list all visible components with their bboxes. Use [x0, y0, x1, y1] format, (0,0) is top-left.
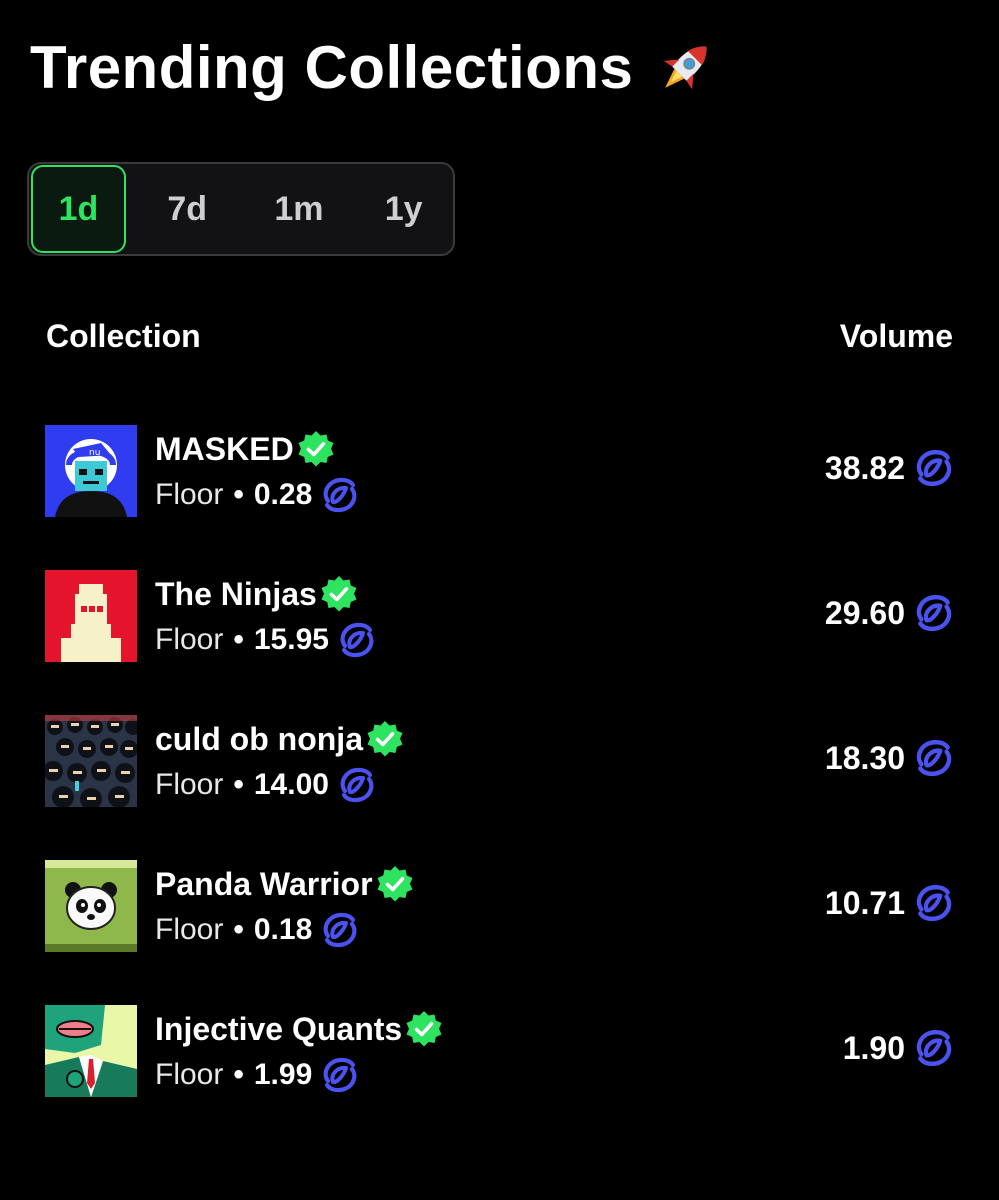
floor-label: Floor — [155, 623, 224, 656]
injective-token-icon — [337, 620, 377, 660]
collection-avatar-panda-warrior[interactable] — [45, 860, 137, 952]
separator-dot: • — [233, 768, 244, 801]
collection-avatar-culd-ob-nonja[interactable] — [45, 715, 137, 807]
separator-dot: • — [233, 478, 244, 511]
volume-value: 18.30 — [824, 739, 905, 776]
svg-text:nu: nu — [89, 448, 100, 458]
floor-label: Floor — [155, 768, 224, 801]
verified-badge-icon — [319, 574, 359, 614]
injective-token-icon — [320, 475, 360, 515]
collection-row[interactable]: The Ninjas Floor • 15.95 29.60 — [0, 570, 999, 662]
tab-1m[interactable]: 1m — [247, 165, 352, 253]
collection-name[interactable]: Panda Warrior — [155, 866, 373, 903]
column-header-volume[interactable]: Volume — [840, 318, 953, 355]
floor-price: 0.18 — [253, 913, 313, 946]
injective-token-icon — [913, 592, 955, 634]
floor-price: 0.28 — [253, 478, 313, 511]
volume-value: 29.60 — [824, 594, 905, 631]
floor-label: Floor — [155, 478, 224, 511]
collection-name[interactable]: culd ob nonja — [155, 721, 363, 758]
separator-dot: • — [233, 1058, 244, 1091]
injective-token-icon — [913, 1027, 955, 1069]
injective-token-icon — [320, 1055, 360, 1095]
collection-avatar-injective-quants[interactable] — [45, 1005, 137, 1097]
injective-token-icon — [337, 765, 377, 805]
volume-value: 1.90 — [842, 1029, 905, 1066]
volume-value: 10.71 — [824, 884, 905, 921]
verified-badge-icon — [296, 429, 336, 469]
injective-token-icon — [320, 910, 360, 950]
collection-name[interactable]: The Ninjas — [155, 576, 317, 613]
floor-label: Floor — [155, 1058, 224, 1091]
collection-avatar-the-ninjas[interactable] — [45, 570, 137, 662]
time-range-tabs: 1d 7d 1m 1y — [27, 162, 455, 256]
tab-1y[interactable]: 1y — [356, 165, 451, 253]
tab-7d[interactable]: 7d — [138, 165, 237, 253]
collection-row[interactable]: Panda Warrior Floor • 0.18 10.71 — [0, 860, 999, 952]
injective-token-icon — [913, 447, 955, 489]
separator-dot: • — [233, 623, 244, 656]
collection-row[interactable]: culd ob nonja Floor • 14.00 18.30 — [0, 715, 999, 807]
verified-badge-icon — [365, 719, 405, 759]
header: Trending Collections — [30, 36, 717, 100]
floor-price: 14.00 — [253, 768, 329, 801]
verified-badge-icon — [375, 864, 415, 904]
collection-name[interactable]: Injective Quants — [155, 1011, 402, 1048]
injective-token-icon — [913, 737, 955, 779]
volume-value: 38.82 — [824, 449, 905, 486]
floor-price: 15.95 — [253, 623, 329, 656]
trending-collections-page: Trending Collections 1d 7d 1m 1y Collect… — [0, 0, 999, 1200]
floor-label: Floor — [155, 913, 224, 946]
separator-dot: • — [233, 913, 244, 946]
collection-row[interactable]: Injective Quants Floor • 1.99 1.90 — [0, 1005, 999, 1097]
collection-row[interactable]: nu MASKED Floor • 0.28 38.82 — [0, 425, 999, 517]
collection-name[interactable]: MASKED — [155, 431, 294, 468]
page-title: Trending Collections — [30, 34, 634, 101]
injective-token-icon — [913, 882, 955, 924]
tab-1d[interactable]: 1d — [31, 165, 126, 253]
rocket-icon — [664, 46, 707, 90]
verified-badge-icon — [404, 1009, 444, 1049]
column-header-collection[interactable]: Collection — [46, 318, 201, 355]
floor-price: 1.99 — [253, 1058, 313, 1091]
collection-avatar-masked[interactable]: nu — [45, 425, 137, 517]
